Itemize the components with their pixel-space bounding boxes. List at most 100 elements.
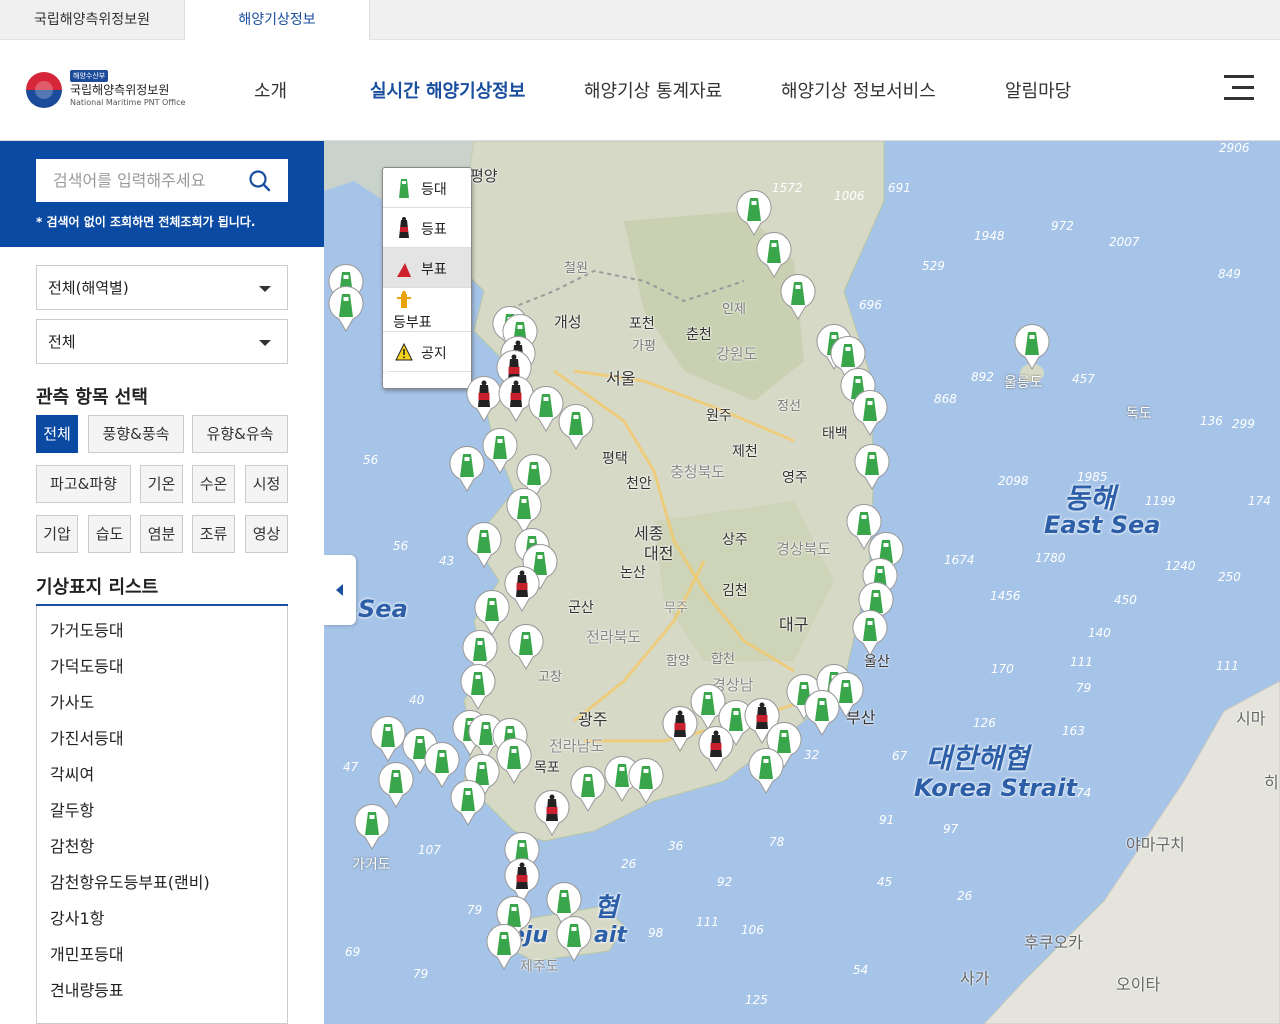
list-item[interactable]: 감천항 — [37, 829, 287, 865]
lighthouse-marker-icon[interactable] — [376, 761, 416, 809]
lighthouse-marker-icon[interactable] — [734, 189, 774, 237]
depth-label: 250 — [1218, 570, 1241, 584]
depth-label: 43 — [439, 554, 455, 568]
chevron-down-icon — [259, 286, 271, 292]
lighthouse-marker-icon[interactable] — [326, 285, 366, 333]
search-icon[interactable] — [246, 167, 274, 195]
list-section-title: 기상표지 리스트 — [36, 577, 159, 598]
depth-label: 78 — [769, 835, 785, 849]
depth-label: 136 — [1200, 414, 1223, 428]
region-select-value: 전체(해역별) — [48, 279, 129, 297]
legend-notice[interactable]: 공지 — [383, 332, 471, 372]
depth-label: 2098 — [998, 474, 1029, 488]
depth-label: 1948 — [974, 229, 1005, 243]
logo-title: 국립해양측위정보원 — [70, 83, 170, 97]
chip-pressure[interactable]: 기압 — [36, 515, 78, 553]
chip-all[interactable]: 전체 — [36, 415, 78, 453]
place-label: 울릉도 — [1004, 375, 1043, 391]
type-select[interactable]: 전체 — [36, 319, 288, 364]
depth-label: 92 — [717, 875, 733, 889]
depth-label: 111 — [1070, 655, 1093, 669]
map-view[interactable]: 등대 등표 부표 등부표 공지 평양 개성 서울 포천 춘천 가평 인제 철원 … — [324, 141, 1280, 1024]
chip-tide[interactable]: 조류 — [192, 515, 235, 553]
depth-label: 74 — [1076, 786, 1092, 800]
list-item[interactable]: 강사1항 — [37, 901, 287, 937]
place-label: 태백 — [822, 426, 848, 442]
depth-label: 972 — [1051, 219, 1074, 233]
list-item[interactable]: 가진서등대 — [37, 721, 287, 757]
lighthouse-marker-icon[interactable] — [506, 623, 546, 671]
list-item[interactable]: 갈두항 — [37, 793, 287, 829]
list-item[interactable]: 개민포등대 — [37, 937, 287, 973]
place-label: 상주 — [722, 532, 748, 548]
station-list[interactable]: 가거도등대 가덕도등대 가사도 가진서등대 각씨여 갈두항 감천항 감천항유도등… — [36, 606, 288, 1024]
place-label: 경상북도 — [776, 540, 832, 558]
lighthouse-marker-icon[interactable] — [556, 403, 596, 451]
lighthouse-marker-icon[interactable] — [352, 803, 392, 851]
tab-marine-weather[interactable]: 해양기상정보 — [185, 0, 370, 41]
list-item[interactable]: 각씨여 — [37, 757, 287, 793]
chip-video[interactable]: 영상 — [245, 515, 288, 553]
legend-beacon[interactable]: 등표 — [383, 208, 471, 248]
nav-notice[interactable]: 알림마당 — [1005, 77, 1071, 103]
lighthouse-marker-icon[interactable] — [778, 273, 818, 321]
place-label: 대전 — [644, 544, 674, 563]
place-label: 개성 — [554, 313, 582, 331]
lighthouse-marker-icon[interactable] — [626, 757, 666, 805]
lighthouse-marker-icon[interactable] — [852, 443, 892, 491]
place-label: 서울 — [606, 369, 636, 388]
legend-buoy[interactable]: 부표 — [383, 248, 471, 288]
place-label: 후쿠오카 — [1024, 933, 1083, 952]
chip-humidity[interactable]: 습도 — [88, 515, 131, 553]
region-select[interactable]: 전체(해역별) — [36, 265, 288, 310]
list-item[interactable]: 가사도 — [37, 685, 287, 721]
lighthouse-marker-icon[interactable] — [458, 663, 498, 711]
lighthouse-marker-icon[interactable] — [1012, 323, 1052, 371]
lighthouse-marker-icon[interactable] — [850, 389, 890, 437]
nav-intro[interactable]: 소개 — [254, 77, 287, 103]
depth-label: 106 — [741, 923, 764, 937]
chip-air-temp[interactable]: 기온 — [140, 465, 183, 503]
depth-label: 47 — [343, 760, 359, 774]
chip-water-temp[interactable]: 수온 — [192, 465, 235, 503]
lighthouse-marker-icon[interactable] — [850, 609, 890, 657]
list-item[interactable]: 가거도등대 — [37, 613, 287, 649]
site-logo[interactable]: 해양수산부 국립해양측위정보원 National Maritime PNT Of… — [26, 70, 196, 110]
lighthouse-marker-icon[interactable] — [464, 521, 504, 569]
sea-label-kr: 대한해협 — [926, 742, 1030, 775]
menu-icon[interactable] — [1224, 75, 1254, 101]
chip-visibility[interactable]: 시정 — [245, 465, 288, 503]
nav-realtime-weather[interactable]: 실시간 해양기상정보 — [370, 77, 525, 103]
place-label: 가평 — [632, 339, 656, 354]
list-item[interactable]: 감천항유도등부표(랜비) — [37, 865, 287, 901]
light-buoy-icon — [397, 291, 411, 308]
depth-label: 140 — [1088, 626, 1111, 640]
sidebar-collapse-button[interactable] — [324, 555, 356, 625]
lighthouse-marker-icon[interactable] — [554, 915, 594, 963]
chip-salinity[interactable]: 염분 — [140, 515, 183, 553]
warning-icon — [395, 342, 413, 361]
chip-wind[interactable]: 풍향&풍속 — [88, 415, 184, 453]
lighthouse-marker-icon[interactable] — [484, 923, 524, 971]
lighthouse-marker-icon[interactable] — [754, 231, 794, 279]
legend-lighthouse[interactable]: 등대 — [383, 168, 471, 208]
beacon-marker-icon[interactable] — [696, 725, 736, 773]
depth-label: 40 — [409, 693, 425, 707]
place-label: 인제 — [722, 302, 746, 317]
list-item[interactable]: 가덕도등대 — [37, 649, 287, 685]
lighthouse-marker-icon[interactable] — [448, 779, 488, 827]
nav-statistics[interactable]: 해양기상 통계자료 — [584, 77, 722, 103]
chip-current[interactable]: 유향&유속 — [192, 415, 288, 453]
lighthouse-marker-icon[interactable] — [746, 747, 786, 795]
chip-wave[interactable]: 파고&파향 — [36, 465, 131, 503]
place-label: 논산 — [620, 565, 646, 581]
depth-label: 56 — [393, 539, 409, 553]
depth-label: 45 — [877, 875, 893, 889]
legend-light-buoy[interactable]: 등부표 — [383, 288, 471, 332]
tab-pnt-office[interactable]: 국립해양측위정보원 — [0, 0, 185, 40]
beacon-marker-icon[interactable] — [532, 789, 572, 837]
list-item[interactable]: 견내량등표 — [37, 973, 287, 1009]
lighthouse-marker-icon[interactable] — [802, 689, 842, 737]
depth-label: 97 — [943, 822, 959, 836]
nav-info-service[interactable]: 해양기상 정보서비스 — [781, 77, 936, 103]
